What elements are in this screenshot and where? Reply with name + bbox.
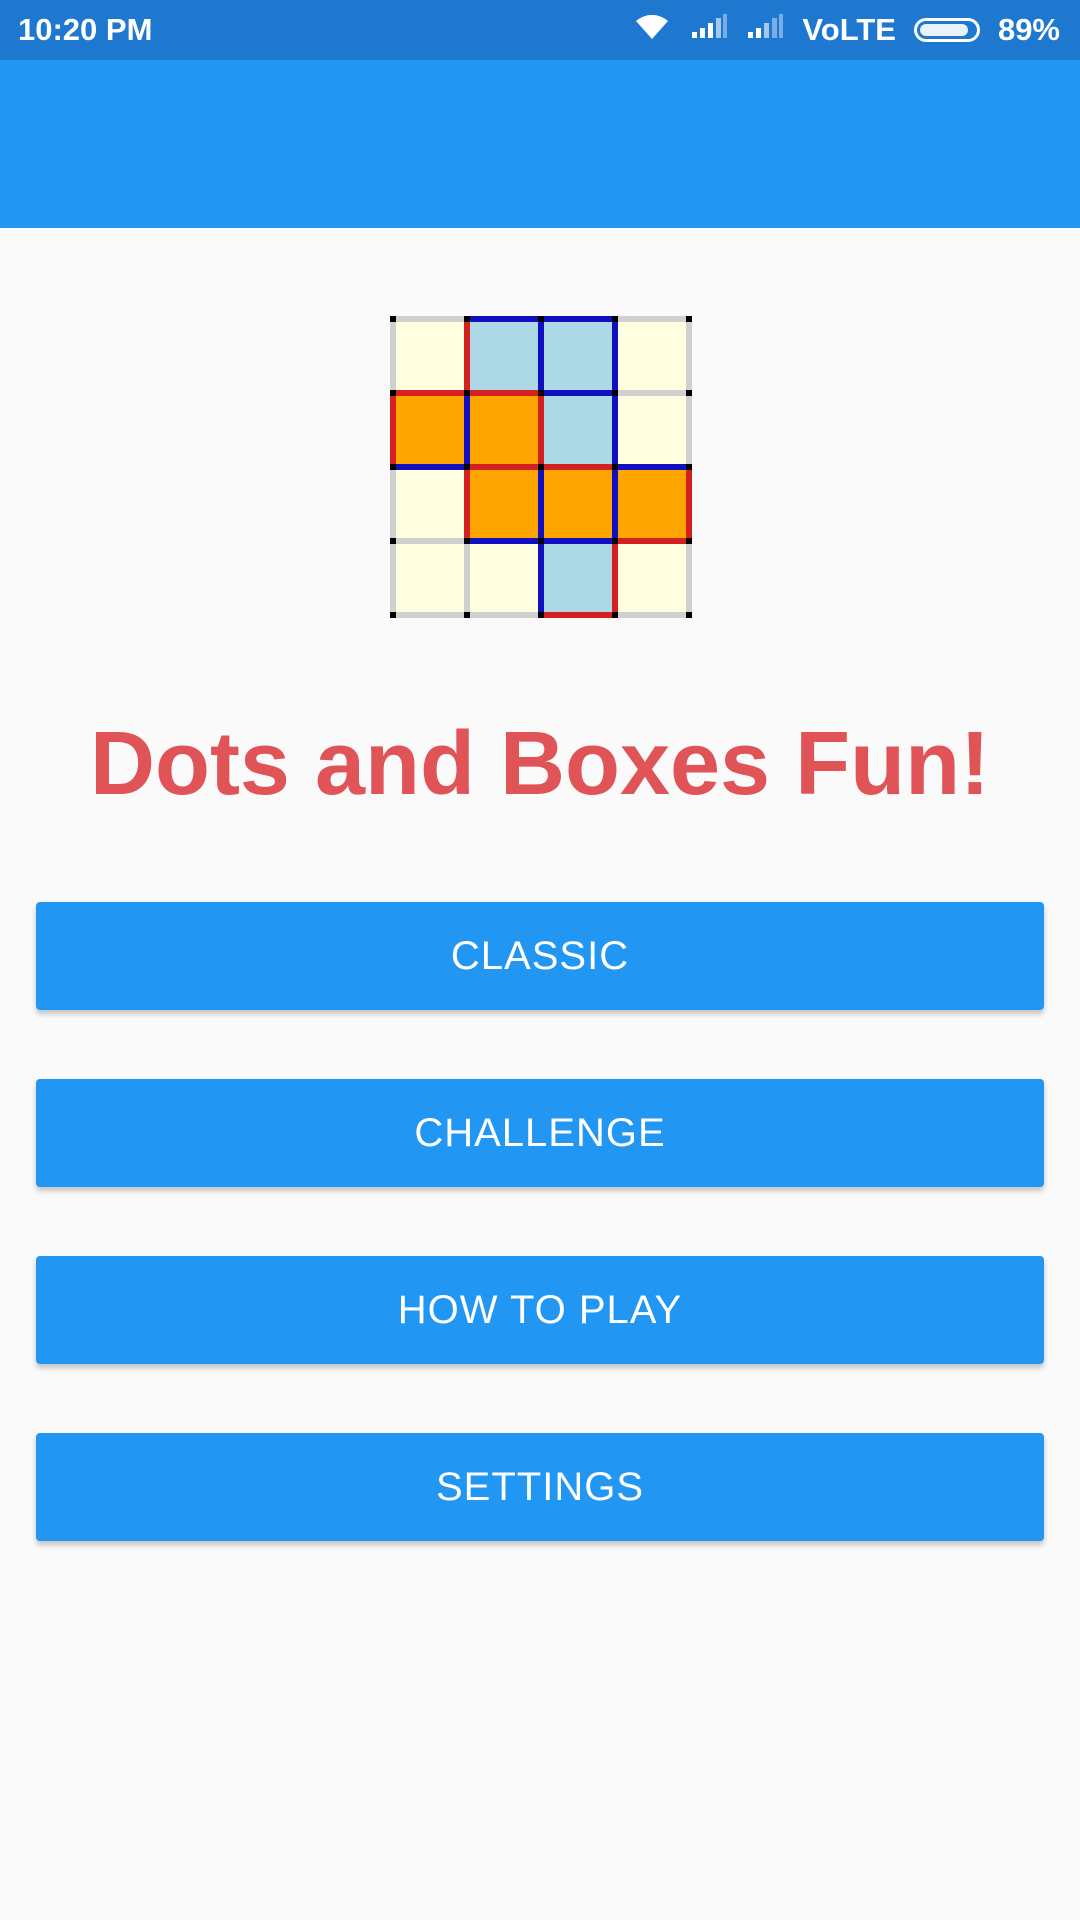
logo-v-line (390, 470, 396, 538)
battery-percent: 89% (997, 12, 1060, 47)
logo-dot (390, 612, 396, 618)
logo-h-line (544, 612, 612, 618)
logo-dot (612, 538, 618, 544)
logo-dot (464, 464, 470, 470)
logo-v-line (612, 322, 618, 390)
logo-dot (390, 538, 396, 544)
dots-and-boxes-logo-icon (390, 316, 692, 618)
logo-h-line (396, 390, 464, 396)
logo-box (396, 544, 464, 612)
logo-dot (390, 316, 396, 322)
logo-box (618, 544, 686, 612)
logo-box (470, 544, 538, 612)
logo-v-line (464, 396, 470, 464)
logo-v-line (538, 470, 544, 538)
logo-h-line (544, 464, 612, 470)
logo-dot (538, 464, 544, 470)
logo-box (544, 396, 612, 464)
logo-dot (538, 316, 544, 322)
app-title: Dots and Boxes Fun! (89, 714, 991, 814)
logo-box (396, 396, 464, 464)
logo-h-line (470, 612, 538, 618)
logo-dot (686, 464, 692, 470)
logo-h-line (618, 316, 686, 322)
logo-v-line (390, 322, 396, 390)
logo-v-line (538, 544, 544, 612)
logo-v-line (612, 544, 618, 612)
settings-button[interactable]: SETTINGS (36, 1433, 1044, 1541)
logo-box (544, 544, 612, 612)
classic-button[interactable]: CLASSIC (36, 902, 1044, 1010)
logo-h-line (396, 316, 464, 322)
how-to-play-button[interactable]: HOW TO PLAY (36, 1256, 1044, 1364)
logo-v-line (538, 396, 544, 464)
app-bar (0, 60, 1080, 228)
logo-box (544, 322, 612, 390)
logo-dot (686, 316, 692, 322)
logo-h-line (618, 538, 686, 544)
logo-dot (686, 538, 692, 544)
logo-dot (612, 390, 618, 396)
logo-v-line (464, 544, 470, 612)
logo-box (618, 396, 686, 464)
logo-dot (612, 612, 618, 618)
logo-h-line (396, 612, 464, 618)
logo-h-line (618, 612, 686, 618)
battery-icon (913, 18, 980, 42)
signal-icon (690, 12, 728, 48)
logo-dot (464, 538, 470, 544)
logo-box (618, 470, 686, 538)
logo-box (470, 396, 538, 464)
logo-v-line (612, 396, 618, 464)
logo-dot (612, 316, 618, 322)
logo-h-line (618, 464, 686, 470)
status-bar: 10:20 PM VoLTE 89% (0, 0, 1080, 60)
logo-h-line (470, 538, 538, 544)
logo-v-line (390, 544, 396, 612)
status-time: 10:20 PM (18, 12, 153, 47)
logo-v-line (686, 470, 692, 538)
logo-h-line (618, 390, 686, 396)
logo-dot (464, 316, 470, 322)
status-icons: VoLTE 89% (632, 11, 1060, 49)
logo-box (544, 470, 612, 538)
logo-dot (538, 538, 544, 544)
logo-box (396, 322, 464, 390)
logo-box (470, 470, 538, 538)
network-label: VoLTE (802, 12, 896, 47)
logo-dot (464, 612, 470, 618)
logo-dot (686, 612, 692, 618)
logo-box (470, 322, 538, 390)
logo-dot (464, 390, 470, 396)
logo-v-line (612, 470, 618, 538)
logo-v-line (686, 396, 692, 464)
logo-v-line (464, 322, 470, 390)
logo-dot (390, 464, 396, 470)
logo-dot (686, 390, 692, 396)
logo-v-line (686, 544, 692, 612)
logo-h-line (470, 390, 538, 396)
logo-v-line (686, 322, 692, 390)
logo-h-line (470, 316, 538, 322)
logo-v-line (390, 396, 396, 464)
logo-dot (390, 390, 396, 396)
logo-h-line (544, 316, 612, 322)
logo-dot (612, 464, 618, 470)
signal-icon (746, 12, 784, 48)
logo-h-line (544, 390, 612, 396)
logo-dot (538, 612, 544, 618)
logo-v-line (464, 470, 470, 538)
wifi-icon (632, 11, 672, 49)
logo-v-line (538, 322, 544, 390)
logo-h-line (396, 538, 464, 544)
logo-h-line (470, 464, 538, 470)
logo-box (396, 470, 464, 538)
logo-h-line (396, 464, 464, 470)
logo-box (618, 322, 686, 390)
challenge-button[interactable]: CHALLENGE (36, 1079, 1044, 1187)
logo-h-line (544, 538, 612, 544)
logo-dot (538, 390, 544, 396)
